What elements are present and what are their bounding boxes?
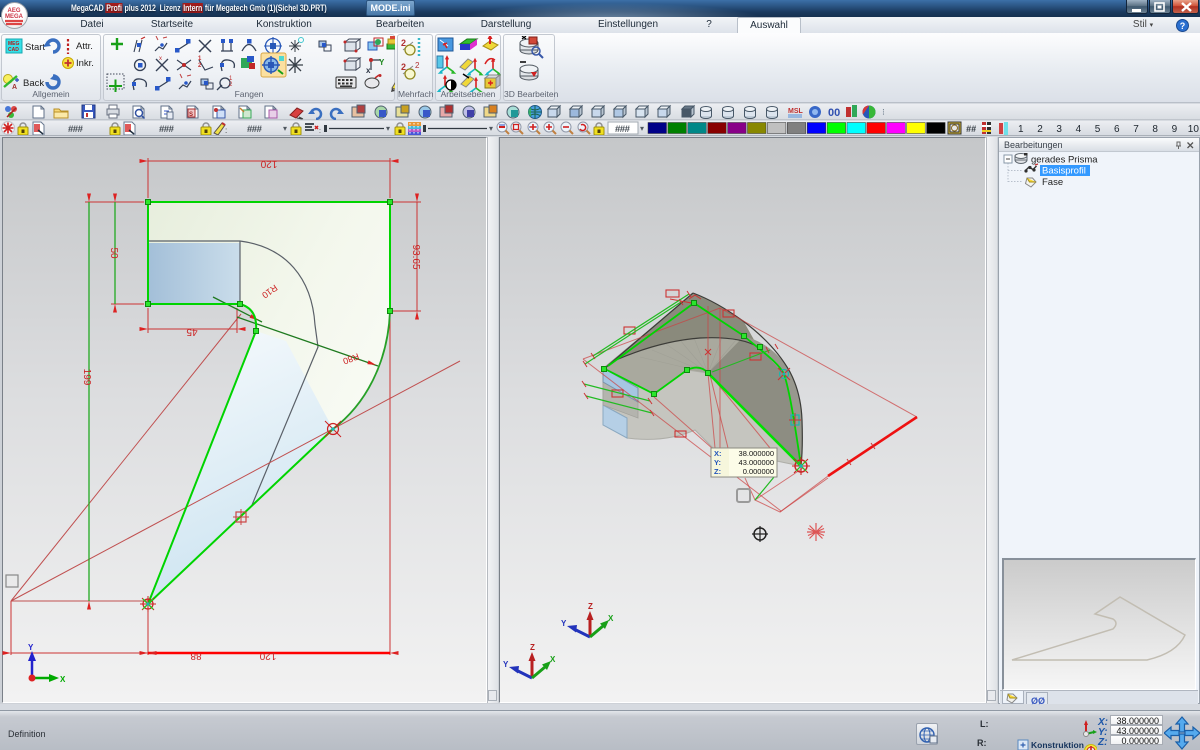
svg-text:###: ### — [68, 124, 84, 135]
svg-text:Y:: Y: — [714, 458, 721, 467]
svg-text:4: 4 — [1076, 124, 1082, 135]
svg-text:##: ## — [966, 124, 976, 134]
svg-text:▾: ▾ — [640, 124, 644, 133]
svg-text:MEGA: MEGA — [5, 14, 24, 20]
svg-text:1: 1 — [198, 56, 202, 62]
svg-text:Y: Y — [379, 58, 385, 67]
svg-text:MSL: MSL — [788, 108, 804, 115]
svg-text:x: x — [159, 56, 162, 62]
svg-text:Z: Z — [530, 643, 535, 652]
svg-text:43.000000: 43.000000 — [739, 458, 774, 467]
svg-text:0.000000: 0.000000 — [743, 467, 774, 476]
svg-text:Fase: Fase — [1042, 177, 1063, 188]
svg-text:7: 7 — [1133, 124, 1139, 135]
svg-text:Inkr.: Inkr. — [76, 58, 94, 69]
svg-text:###: ### — [247, 124, 263, 135]
svg-text:9: 9 — [1172, 124, 1178, 135]
svg-text:Z: Z — [588, 602, 593, 611]
svg-text:###: ### — [615, 124, 631, 135]
svg-text:S: S — [189, 112, 193, 118]
svg-text:X: X — [608, 614, 614, 623]
svg-text:Z:: Z: — [714, 467, 721, 476]
svg-text:CAD: CAD — [8, 47, 19, 53]
svg-text:X:: X: — [714, 449, 722, 458]
svg-text:00: 00 — [828, 107, 840, 119]
svg-text:3: 3 — [1056, 124, 1062, 135]
svg-text:Y: Y — [28, 643, 34, 652]
svg-text:2: 2 — [415, 61, 420, 70]
svg-text:X: X — [60, 675, 66, 684]
svg-text:88: 88 — [190, 650, 202, 661]
svg-text:Attr.: Attr. — [76, 41, 93, 52]
svg-text:5: 5 — [1095, 124, 1101, 135]
svg-text:ØØ: ØØ — [1031, 696, 1045, 706]
svg-text::: : — [225, 126, 227, 135]
svg-text:38.000000: 38.000000 — [739, 449, 774, 458]
svg-text::: : — [319, 128, 321, 135]
svg-text:?: ? — [1180, 21, 1186, 31]
svg-text:2: 2 — [1037, 124, 1043, 135]
svg-text:93.65: 93.65 — [410, 244, 421, 269]
svg-text:6: 6 — [1114, 124, 1120, 135]
svg-text:199: 199 — [81, 369, 92, 386]
svg-text:2: 2 — [401, 38, 406, 48]
svg-text:Back: Back — [23, 78, 44, 89]
svg-text:120: 120 — [260, 158, 277, 169]
svg-text:Basisprofil: Basisprofil — [1042, 166, 1086, 177]
svg-text:⁝: ⁝ — [882, 107, 885, 117]
svg-text:Y: Y — [503, 660, 509, 669]
svg-text:8: 8 — [1152, 124, 1158, 135]
svg-text:120: 120 — [259, 650, 276, 661]
svg-text:10: 10 — [1188, 124, 1200, 135]
svg-text:2: 2 — [229, 82, 233, 88]
svg-text:A: A — [12, 84, 17, 91]
svg-text:gerades Prisma: gerades Prisma — [1031, 155, 1098, 166]
svg-text:1: 1 — [1018, 124, 1024, 135]
svg-text:▾: ▾ — [386, 124, 390, 133]
svg-text:▾: ▾ — [489, 124, 493, 133]
svg-text:▾: ▾ — [283, 124, 287, 133]
svg-text:50: 50 — [108, 247, 119, 259]
svg-text:Start: Start — [25, 42, 45, 53]
svg-text:###: ### — [159, 124, 175, 135]
svg-text:Y: Y — [561, 619, 567, 628]
svg-text:2: 2 — [401, 62, 406, 72]
svg-text:x: x — [366, 66, 371, 75]
svg-text:X: X — [550, 655, 556, 664]
svg-text:45: 45 — [186, 326, 198, 337]
